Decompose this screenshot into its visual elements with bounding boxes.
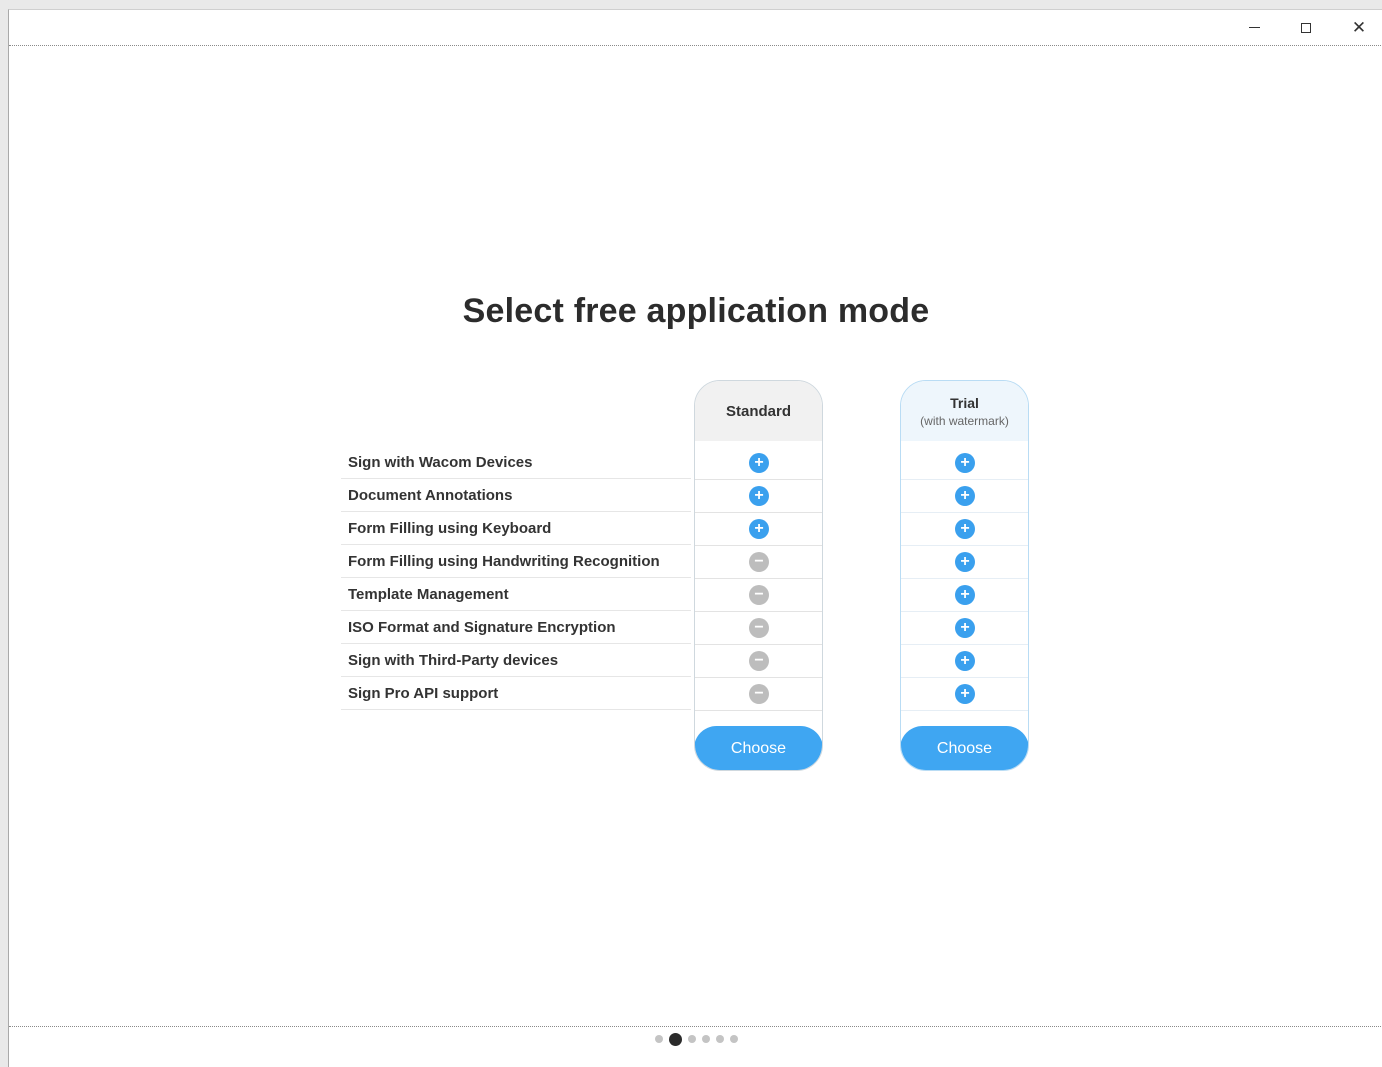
icon-glyph: +	[960, 618, 970, 636]
page-title: Select free application mode	[462, 292, 930, 330]
row-divider	[901, 479, 1028, 480]
icon-glyph: −	[754, 618, 764, 636]
icon-glyph: +	[754, 486, 764, 504]
icon-glyph: +	[960, 651, 970, 669]
page-dot[interactable]	[715, 1035, 724, 1043]
row-divider	[901, 677, 1028, 678]
feature-label: Sign with Wacom Devices	[348, 453, 533, 471]
standard-card-header: Standard	[695, 381, 822, 441]
page-dot[interactable]	[687, 1035, 696, 1043]
minus-circle-icon: −	[749, 651, 769, 671]
plus-circle-icon: +	[955, 453, 975, 473]
minimize-icon	[1248, 27, 1260, 28]
trial-mode-card: Trial (with watermark) + + + + + + + + Choose	[900, 380, 1029, 771]
feature-row: Sign with Third-Party devices	[341, 644, 691, 677]
choose-standard-button[interactable]: Choose	[695, 726, 822, 770]
plus-circle-icon: +	[749, 453, 769, 473]
feature-row: Form Filling using Keyboard	[341, 512, 691, 545]
standard-mode-title: Standard	[725, 402, 791, 420]
trial-mode-title: Trial	[950, 394, 979, 411]
app-window: ✕ Select free application mode Sign with…	[8, 9, 1382, 1067]
close-button[interactable]: ✕	[1333, 10, 1382, 45]
feature-label: Sign with Third-Party devices	[348, 651, 559, 669]
content-bottom-divider	[9, 1026, 1382, 1027]
feature-label: Template Management	[348, 585, 509, 603]
row-divider	[695, 677, 822, 678]
icon-glyph: +	[960, 684, 970, 702]
feature-row: Sign Pro API support	[341, 677, 691, 710]
minus-circle-icon: −	[749, 684, 769, 704]
icon-glyph: +	[960, 453, 970, 471]
icon-glyph: −	[754, 651, 764, 669]
feature-label: Document Annotations	[348, 486, 513, 504]
page-dot[interactable]	[729, 1035, 738, 1043]
minus-circle-icon: −	[749, 552, 769, 572]
maximize-button[interactable]	[1280, 10, 1332, 45]
trial-card-header: Trial (with watermark)	[901, 381, 1028, 441]
row-divider	[901, 512, 1028, 513]
close-icon: ✕	[1351, 17, 1367, 37]
trial-watermark-note: (with watermark)	[920, 413, 1009, 428]
standard-mode-card: Standard + + + − − − − − Choose	[694, 380, 823, 771]
icon-glyph: +	[754, 519, 764, 537]
row-divider	[901, 611, 1028, 612]
page-dot-active[interactable]	[668, 1032, 682, 1046]
row-divider	[695, 578, 822, 579]
plus-circle-icon: +	[955, 552, 975, 572]
page-dot[interactable]	[654, 1035, 663, 1043]
row-divider	[695, 512, 822, 513]
icon-glyph: −	[754, 684, 764, 702]
feature-label: ISO Format and Signature Encryption	[348, 618, 616, 636]
plus-circle-icon: +	[955, 618, 975, 638]
plus-circle-icon: +	[955, 651, 975, 671]
feature-label: Form Filling using Handwriting Recogniti…	[348, 552, 660, 570]
row-divider	[901, 644, 1028, 645]
icon-glyph: +	[960, 552, 970, 570]
icon-glyph: +	[960, 585, 970, 603]
plus-circle-icon: +	[955, 486, 975, 506]
choose-trial-button[interactable]: Choose	[901, 726, 1028, 770]
feature-row: Document Annotations	[341, 479, 691, 512]
minimize-button[interactable]	[1228, 10, 1280, 45]
feature-row: Sign with Wacom Devices	[341, 446, 691, 479]
page-dot[interactable]	[701, 1035, 710, 1043]
feature-row: Template Management	[341, 578, 691, 611]
icon-glyph: +	[960, 486, 970, 504]
minus-circle-icon: −	[749, 618, 769, 638]
row-divider	[695, 644, 822, 645]
plus-circle-icon: +	[955, 684, 975, 704]
icon-glyph: +	[960, 519, 970, 537]
row-divider	[695, 545, 822, 546]
maximize-icon	[1301, 22, 1311, 33]
row-divider	[901, 710, 1028, 711]
row-divider	[695, 611, 822, 612]
plus-circle-icon: +	[955, 585, 975, 605]
plus-circle-icon: +	[955, 519, 975, 539]
icon-glyph: −	[754, 552, 764, 570]
row-divider	[901, 545, 1028, 546]
feature-row: ISO Format and Signature Encryption	[341, 611, 691, 644]
minus-circle-icon: −	[749, 585, 769, 605]
row-divider	[695, 710, 822, 711]
row-divider	[695, 479, 822, 480]
plus-circle-icon: +	[749, 486, 769, 506]
feature-row: Form Filling using Handwriting Recogniti…	[341, 545, 691, 578]
feature-label: Form Filling using Keyboard	[348, 519, 552, 537]
icon-glyph: +	[754, 453, 764, 471]
row-divider	[901, 578, 1028, 579]
plus-circle-icon: +	[749, 519, 769, 539]
page-indicator	[9, 1031, 1382, 1047]
feature-label: Sign Pro API support	[348, 684, 499, 702]
content-top-divider	[9, 45, 1382, 46]
title-bar: ✕	[9, 10, 1382, 45]
icon-glyph: −	[754, 585, 764, 603]
